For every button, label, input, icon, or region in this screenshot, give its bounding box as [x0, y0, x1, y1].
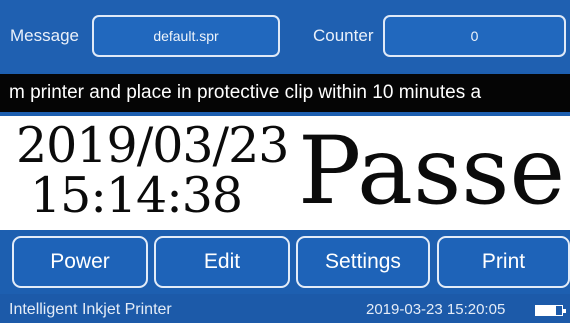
preview-status: Passe	[298, 117, 566, 226]
counter-field[interactable]: 0	[383, 15, 566, 57]
print-preview: 2019/03/23 15:14:38 Passe	[0, 116, 570, 230]
preview-date: 2019/03/23	[16, 117, 289, 174]
settings-button[interactable]: Settings	[296, 236, 430, 288]
power-button-label: Power	[50, 250, 110, 273]
print-button-label: Print	[481, 250, 526, 273]
message-label: Message	[10, 26, 79, 45]
preview-time: 15:14:38	[30, 167, 243, 224]
counter-label: Counter	[313, 26, 374, 45]
battery-terminal	[563, 309, 566, 313]
edit-button[interactable]: Edit	[154, 236, 290, 288]
message-value: default.spr	[153, 28, 219, 44]
print-button[interactable]: Print	[437, 236, 570, 288]
battery-level	[536, 306, 557, 315]
settings-button-label: Settings	[325, 250, 401, 273]
edit-button-label: Edit	[203, 250, 241, 273]
counter-value: 0	[470, 28, 479, 44]
app-name: Intelligent Inkjet Printer	[9, 301, 172, 318]
ticker-text: m printer and place in protective clip w…	[9, 82, 482, 103]
message-field[interactable]: default.spr	[92, 15, 280, 57]
status-bar: Intelligent Inkjet Printer 2019-03-23 15…	[0, 294, 570, 323]
battery-icon	[535, 305, 566, 316]
power-button[interactable]: Power	[12, 236, 148, 288]
status-datetime: 2019-03-23 15:20:05	[366, 301, 506, 318]
message-ticker: m printer and place in protective clip w…	[0, 74, 570, 112]
